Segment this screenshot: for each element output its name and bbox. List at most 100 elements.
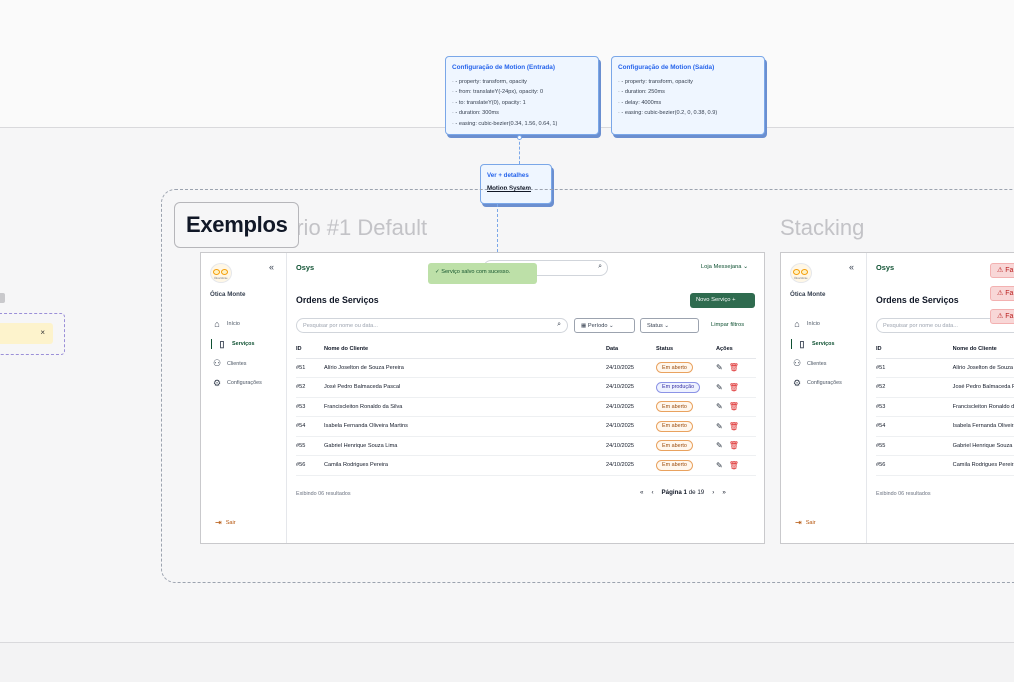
store-name: Ótica Monte bbox=[210, 291, 246, 298]
table-row[interactable]: #52José Pedro Balmaceda Pascal bbox=[876, 377, 1014, 398]
status-badge: Em aberto bbox=[656, 420, 693, 432]
client-name: Gabriel Henrique Souza Lima bbox=[324, 436, 606, 456]
edit-icon[interactable]: ✎ bbox=[716, 402, 723, 411]
actions-cell: ✎ 🗑 bbox=[716, 455, 756, 476]
logo-caption: Ótica Monte bbox=[214, 277, 228, 280]
sidebar-item-label: Configurações bbox=[807, 380, 842, 386]
actions-cell: ✎ 🗑 bbox=[716, 377, 756, 398]
sidebar-item-gear[interactable]: ⚙ Configurações bbox=[792, 378, 842, 389]
success-toast: ✓ Serviço salvo com sucesso. bbox=[428, 263, 537, 284]
page-of: de bbox=[688, 489, 696, 496]
sidebar-item-users[interactable]: ⚇ Clientes bbox=[212, 358, 247, 369]
page-title: Ordens de Serviços bbox=[876, 295, 959, 305]
order-date: 24/10/2025 bbox=[606, 455, 656, 476]
trash-icon[interactable]: 🗑 bbox=[729, 441, 739, 450]
table-row[interactable]: #52 José Pedro Balmaceda Pascal 24/10/2025… bbox=[296, 377, 756, 398]
order-date: 24/10/2025 bbox=[606, 358, 656, 378]
column-header-name[interactable]: Nome do Cliente bbox=[952, 340, 1014, 359]
sidebar-item-label: Serviços bbox=[232, 341, 255, 347]
table-row[interactable]: #54Isabela Fernanda Oliveira Martins bbox=[876, 416, 1014, 437]
logout-button[interactable]: ⇥ Sair bbox=[795, 518, 816, 527]
client-name: Camila Rodrigues Pereira bbox=[324, 455, 606, 476]
home-icon: ⌂ bbox=[214, 319, 220, 329]
order-id: #53 bbox=[876, 397, 953, 417]
status-filter[interactable]: Status ⌄ bbox=[640, 318, 699, 333]
table-row[interactable]: #56 Camila Rodrigues Pereira bbox=[876, 455, 1014, 476]
table-row[interactable]: #51 Alírio Joselton de Souza Pereira 24/10… bbox=[296, 358, 756, 378]
glasses-icon bbox=[793, 269, 800, 275]
glasses-icon bbox=[801, 269, 808, 275]
column-header-actions: Ações bbox=[716, 340, 756, 359]
table-row[interactable]: #55Gabriel Henrique Souza Lima bbox=[876, 436, 1014, 456]
prev-page-button[interactable]: ‹ bbox=[651, 489, 653, 496]
logout-icon: ⇥ bbox=[215, 518, 222, 527]
edit-icon[interactable]: ✎ bbox=[716, 461, 723, 470]
order-id: #51 bbox=[296, 358, 324, 378]
new-service-button[interactable]: Novo Serviço + bbox=[690, 293, 755, 308]
toast-text: Fa bbox=[1005, 290, 1014, 297]
edit-icon[interactable]: ✎ bbox=[716, 441, 723, 450]
canvas-bottom-band bbox=[0, 642, 1014, 682]
column-header-date[interactable]: Data bbox=[606, 340, 656, 359]
app-frame-stacking: Ótica Monte « Ótica Monte ⌂ Início ▯ Serviç… bbox=[780, 252, 1014, 544]
order-id: #55 bbox=[876, 436, 953, 456]
sidebar-item-home[interactable]: ⌂ Início bbox=[212, 319, 240, 329]
page-current: 1 bbox=[683, 489, 687, 496]
edit-icon[interactable]: ✎ bbox=[716, 383, 723, 392]
app-frame-default: Ótica Monte « Ótica Monte ⌂ Início ▯ Serviç… bbox=[200, 252, 765, 544]
store-selector[interactable]: Loja Messejana ⌄ bbox=[701, 264, 748, 270]
clear-filters-link[interactable]: Limpar filtros bbox=[711, 322, 744, 328]
table-row[interactable]: #54 Isabela Fernanda Oliveira Martins 24/1… bbox=[296, 416, 756, 437]
page-title: Ordens de Serviços bbox=[296, 295, 379, 305]
sidebar-item-file[interactable]: ▯ Serviços bbox=[790, 338, 835, 350]
table-row[interactable]: #55 Gabriel Henrique Souza Lima 24/10/2025… bbox=[296, 436, 756, 456]
table-row[interactable]: #56 Camila Rodrigues Pereira 24/10/2025 Em … bbox=[296, 455, 756, 476]
sidebar-item-home[interactable]: ⌂ Início bbox=[792, 319, 820, 329]
collapse-sidebar-button[interactable]: « bbox=[269, 262, 274, 272]
client-name: José Pedro Balmaceda Pascal bbox=[324, 377, 606, 398]
sidebar-item-file[interactable]: ▯ Serviços bbox=[210, 338, 255, 350]
next-page-button[interactable]: › bbox=[712, 489, 714, 496]
status-badge: Em aberto bbox=[656, 440, 693, 452]
brand: Osys bbox=[876, 263, 895, 272]
logout-button[interactable]: ⇥ Sair bbox=[215, 518, 236, 527]
trash-icon[interactable]: 🗑 bbox=[729, 461, 739, 470]
trash-icon[interactable]: 🗑 bbox=[729, 363, 739, 372]
edit-icon[interactable]: ✎ bbox=[716, 363, 723, 372]
trash-icon[interactable]: 🗑 bbox=[729, 383, 739, 392]
orders-table: ID Nome do Cliente Data Status Ações #51 Alír… bbox=[296, 340, 756, 476]
results-count: Exibindo 06 resultados bbox=[876, 491, 931, 497]
period-filter[interactable]: ▦ Período ⌄ bbox=[574, 318, 635, 333]
client-name: José Pedro Balmaceda Pascal bbox=[952, 377, 1014, 398]
column-header-status[interactable]: Status bbox=[656, 340, 716, 359]
column-header-id[interactable]: ID bbox=[876, 340, 953, 359]
collapse-sidebar-button[interactable]: « bbox=[849, 262, 854, 272]
sidebar-item-users[interactable]: ⚇ Clientes bbox=[792, 358, 827, 369]
trash-icon[interactable]: 🗑 bbox=[729, 422, 739, 431]
sidebar-item-label: Serviços bbox=[812, 341, 835, 347]
chevron-down-icon: ⌄ bbox=[741, 264, 748, 270]
client-name: Alírio Joselton de Souza Pereira bbox=[324, 358, 606, 378]
table-row[interactable]: #53Franciscleiton Ronaldo da Silva bbox=[876, 397, 1014, 417]
sidebar-item-gear[interactable]: ⚙ Configurações bbox=[212, 378, 262, 389]
search-input[interactable]: Pesquisar por nome ou data... ⌕ bbox=[296, 318, 568, 333]
details-title: Ver + detalhes bbox=[487, 172, 529, 179]
order-date: 24/10/2025 bbox=[606, 436, 656, 456]
trash-icon[interactable]: 🗑 bbox=[729, 402, 739, 411]
logout-label: Sair bbox=[805, 519, 816, 526]
first-page-button[interactable]: « bbox=[640, 489, 643, 496]
table-header: ID Nome do Cliente Data Status Ações bbox=[296, 340, 756, 359]
close-icon[interactable]: × bbox=[40, 328, 45, 337]
stacked-error-toast: ⚠ Fa bbox=[990, 263, 1014, 278]
order-id: #51 bbox=[876, 358, 953, 378]
table-row[interactable]: #53 Franciscleiton Ronaldo da Silva 24/10/… bbox=[296, 397, 756, 417]
column-header-id[interactable]: ID bbox=[296, 340, 324, 359]
results-count: Exibindo 06 resultados bbox=[296, 491, 351, 497]
table-row[interactable]: #51Alírio Joselton de Souza Pereira bbox=[876, 358, 1014, 378]
edit-icon[interactable]: ✎ bbox=[716, 422, 723, 431]
column-header-name[interactable]: Nome do Cliente bbox=[324, 340, 606, 359]
last-page-button[interactable]: » bbox=[722, 489, 725, 496]
store-name: Ótica Monte bbox=[790, 291, 826, 298]
page-label: Página bbox=[661, 489, 682, 496]
sidebar-item-label: Clientes bbox=[807, 360, 827, 367]
